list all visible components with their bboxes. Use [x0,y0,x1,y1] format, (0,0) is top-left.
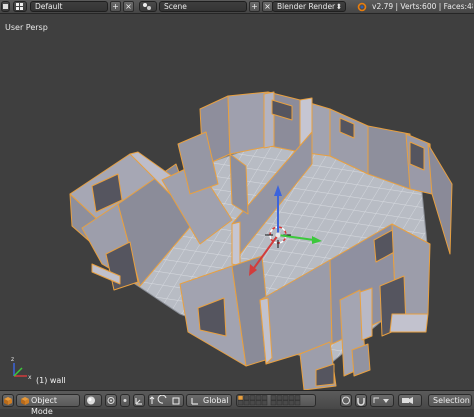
active-object-label: (1) wall [36,376,66,385]
scene-browse[interactable] [139,1,157,12]
view-axis-gizmo: x z [11,356,32,381]
3d-view-header: Object Mode Global Selection [0,390,474,416]
pivot-center-button[interactable] [120,394,130,407]
snap-icon [357,398,365,406]
selection-label: Selection [433,396,470,405]
render-preview-buttons[interactable] [398,394,422,407]
scene-canvas[interactable]: x z [0,14,474,390]
manipulator-icon [135,398,142,405]
render-engine-dropdown[interactable]: Blender Render ⬍ [272,1,346,12]
add-icon: + [251,2,258,11]
render-engine-label: Blender Render [277,2,336,11]
add-screen-button[interactable]: + [110,1,121,12]
add-scene-button[interactable]: + [249,1,260,12]
transform-orientation-dropdown[interactable]: Global [186,394,232,407]
manipulator-modes-icon [149,394,180,405]
screen-layout-name: Default [35,2,63,11]
snap-toggle[interactable] [355,394,367,407]
object-mode-icon [21,397,29,405]
interaction-mode-dropdown[interactable]: Object Mode [16,394,80,416]
svg-text:z: z [11,356,14,363]
delete-screen-button[interactable]: × [123,1,134,12]
layers-icon [237,395,301,406]
svg-text:x: x [28,374,32,381]
editor-type-menu[interactable] [1,1,10,12]
info-header: Default + × Scene + × Blender Render ⬍ v… [0,0,474,14]
layers-grid[interactable] [236,394,316,407]
editor-type-button[interactable] [2,394,14,407]
proportional-icon [342,396,350,405]
manipulator-type-buttons[interactable] [148,394,184,407]
snap-element-dropdown[interactable] [370,394,394,407]
3d-viewport[interactable]: x z User Persp (1) wall [0,14,474,390]
mode-label: Object Mode [31,396,58,416]
screen-layout-browse[interactable] [13,1,27,12]
layout-icon [16,3,23,10]
cube-icon [4,397,12,405]
add-icon: + [112,2,119,11]
snap-increment-icon [373,397,389,403]
dot-icon [123,399,127,402]
screen-layout-field[interactable]: Default [30,1,108,12]
scene-icon [143,3,151,10]
view-name-label: User Persp [5,23,48,32]
sphere-icon [87,396,95,405]
orientation-icon [191,398,198,405]
close-icon: × [264,2,271,11]
manipulator-toggle[interactable] [133,394,145,407]
transform-orientation-label: Global [203,396,229,405]
info-editor-icon [3,4,8,9]
scene-statistics: v2.79 | Verts:600 | Faces:489 [372,2,473,11]
viewport-shading-dropdown[interactable] [84,394,102,407]
dropdown-icon: ⬍ [335,2,342,11]
proportional-edit-button[interactable] [340,394,352,407]
blender-logo-icon [357,2,367,12]
pivot-point-dropdown[interactable] [105,394,117,407]
pivot-icon [107,397,115,404]
camera-icon [402,397,413,404]
scene-field[interactable]: Scene [159,1,247,12]
close-icon: × [125,2,132,11]
selection-set-dropdown[interactable]: Selection [428,394,472,407]
scene-name: Scene [164,2,187,11]
